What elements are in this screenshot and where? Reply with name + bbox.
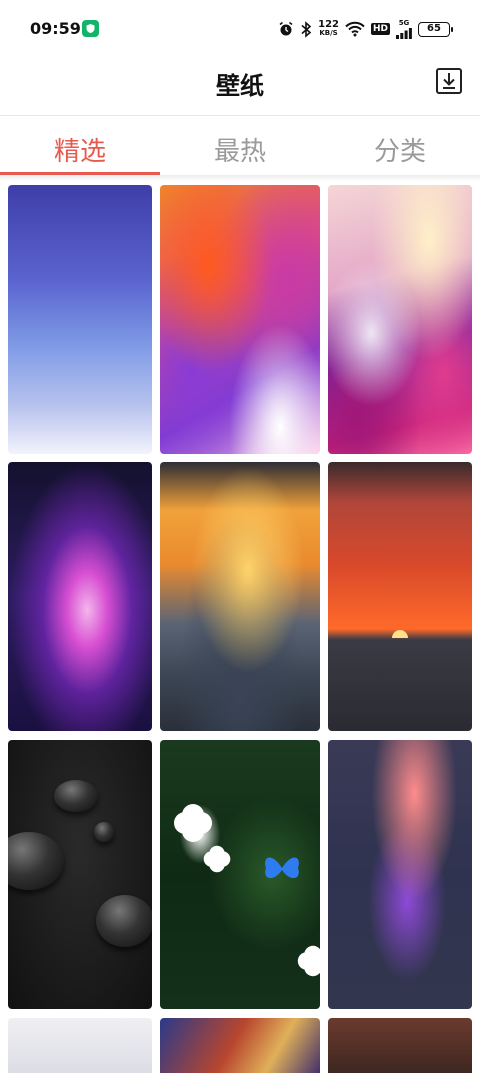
tab-featured[interactable]: 精选 xyxy=(0,117,160,175)
tab-categories[interactable]: 分类 xyxy=(320,117,480,175)
wallpaper-card[interactable] xyxy=(160,740,320,1009)
wallpaper-card[interactable] xyxy=(328,185,472,454)
signal-indicator: 5G xyxy=(396,19,412,39)
network-speed-value: 122 xyxy=(318,19,339,30)
alarm-icon xyxy=(279,21,293,36)
tab-bar: 精选 最热 分类 xyxy=(0,117,480,175)
network-type: 5G xyxy=(398,19,410,27)
status-bar: 09:59 122 KB/S HD 5G 65 xyxy=(0,0,480,56)
butterfly-icon xyxy=(265,857,299,879)
download-icon xyxy=(436,68,462,94)
tab-divider xyxy=(0,175,480,181)
signal-bars-icon xyxy=(396,28,412,39)
wallpaper-card[interactable] xyxy=(160,185,320,454)
security-shield-icon xyxy=(82,20,99,37)
wallpaper-card[interactable] xyxy=(328,462,472,731)
water-drop xyxy=(94,822,114,842)
white-flower xyxy=(304,952,320,970)
battery-indicator: 65 xyxy=(418,21,453,37)
network-speed: 122 KB/S xyxy=(318,20,339,38)
wallpaper-card[interactable] xyxy=(8,1018,152,1073)
water-drop xyxy=(54,780,98,812)
wallpaper-card[interactable] xyxy=(160,1018,320,1073)
water-drop xyxy=(8,832,64,890)
page-title: 壁纸 xyxy=(216,72,264,100)
water-drop xyxy=(96,895,152,947)
white-flower xyxy=(209,851,225,867)
hd-badge: HD xyxy=(370,23,390,35)
white-flower xyxy=(182,812,204,834)
network-speed-unit: KB/S xyxy=(319,29,338,37)
sun-shape xyxy=(392,630,408,638)
app-header: 壁纸 xyxy=(0,56,480,116)
wallpaper-card[interactable] xyxy=(328,1018,472,1073)
download-button[interactable] xyxy=(434,66,464,96)
wallpaper-card[interactable] xyxy=(8,740,152,1009)
status-icons: 122 KB/S HD 5G 65 xyxy=(278,17,453,41)
wallpaper-card[interactable] xyxy=(8,462,152,731)
wallpaper-card[interactable] xyxy=(160,462,320,731)
wifi-icon xyxy=(345,21,365,37)
wallpaper-card[interactable] xyxy=(328,740,472,1009)
wallpaper-card[interactable] xyxy=(8,185,152,454)
tab-popular[interactable]: 最热 xyxy=(160,117,320,175)
bluetooth-icon xyxy=(301,20,312,38)
status-time: 09:59 xyxy=(30,19,81,38)
